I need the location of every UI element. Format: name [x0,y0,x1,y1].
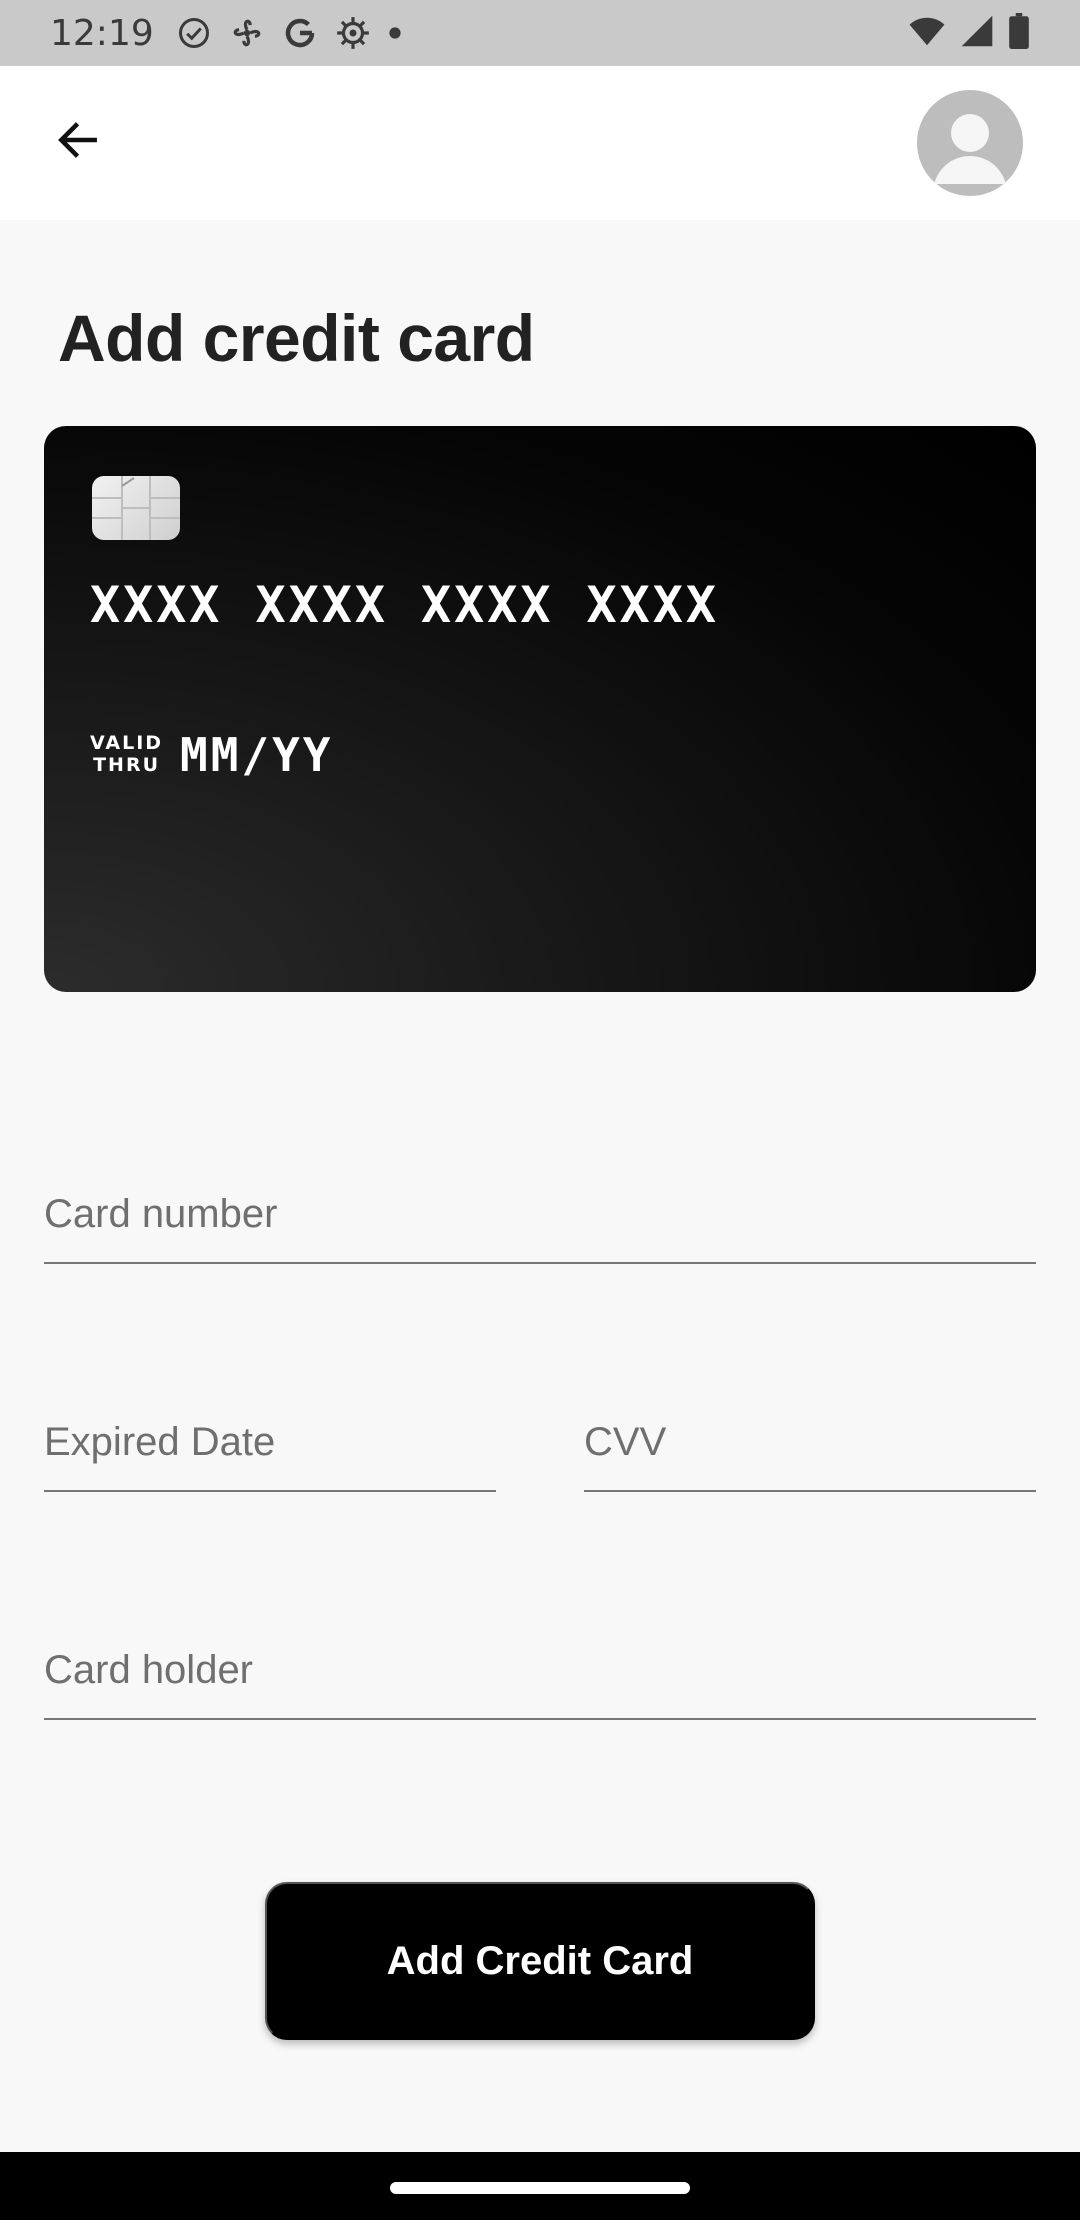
credit-card-preview: XXXX XXXX XXXX XXXX VALID THRU MM/YY [44,426,1036,992]
check-circle-icon [176,15,212,51]
expired-date-input[interactable] [44,1382,496,1490]
page-title: Add credit card [58,301,535,375]
back-button[interactable] [38,102,118,182]
card-holder-input[interactable] [44,1610,1036,1718]
cvv-field[interactable]: CVV [584,1382,1036,1492]
avatar[interactable] [917,90,1023,196]
valid-thru-line2: THRU [93,754,160,776]
home-indicator[interactable] [390,2182,690,2194]
card-expiry-display: MM/YY [180,728,334,782]
add-credit-card-button[interactable]: Add Credit Card [265,1882,815,2040]
person-icon [917,114,1023,196]
card-number-field[interactable]: Card number [44,1154,1036,1264]
google-icon [282,15,318,51]
status-system-icons [908,12,1030,54]
status-notification-icons [176,14,402,52]
expired-date-field[interactable]: Expired Date [44,1382,496,1492]
arrow-left-icon [53,115,103,170]
valid-thru-label: VALID THRU [90,732,163,776]
dot-icon [388,26,402,40]
card-number-input[interactable] [44,1154,1036,1262]
battery-icon [1008,12,1030,54]
signal-icon [960,14,994,53]
cvv-input[interactable] [584,1382,1036,1490]
valid-thru-line1: VALID [90,732,164,754]
navigation-bar [0,2152,1080,2220]
fan-icon [228,14,266,52]
card-chip-icon [92,476,180,540]
card-number-display: XXXX XXXX XXXX XXXX [90,576,719,634]
status-time: 12:19 [50,12,154,54]
settings-gear-icon [334,14,372,52]
app-bar [0,66,1080,220]
card-holder-field[interactable]: Card holder [44,1610,1036,1720]
status-bar: 12:19 [0,0,1080,66]
wifi-icon [908,14,946,53]
